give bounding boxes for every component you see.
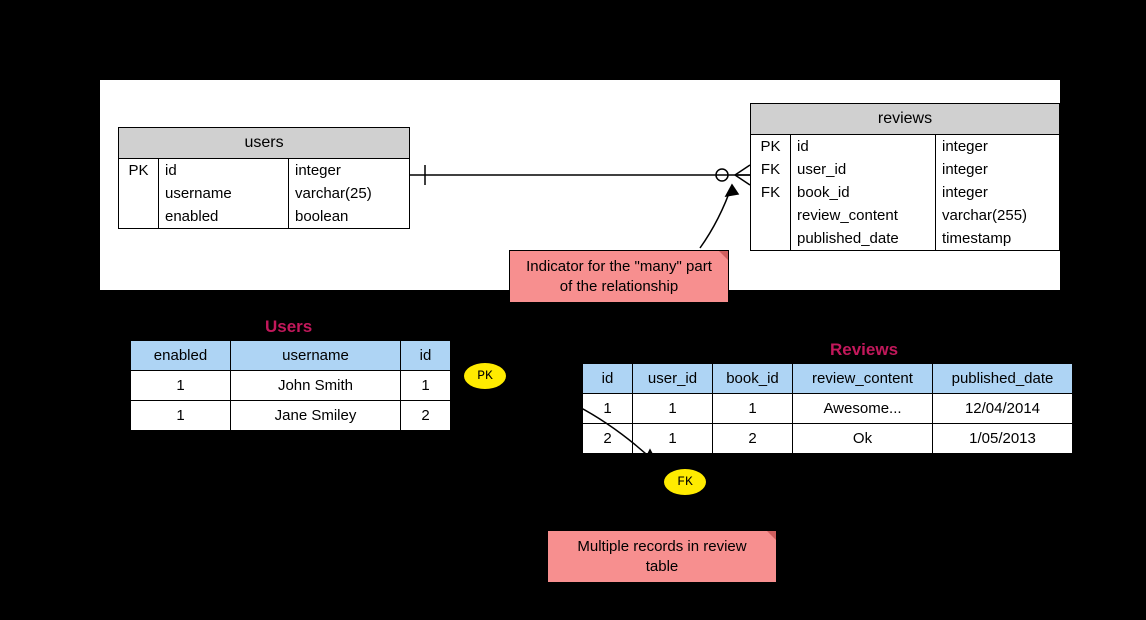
table-cell: 1 [131,371,231,401]
entity-column-key: PK [751,135,791,158]
table-header-cell: enabled [131,341,231,371]
entity-column-name: user_id [791,158,936,181]
table-cell: 2 [583,424,633,454]
entity-column-type: integer [936,158,1059,181]
table-row: 1Jane Smiley2 [131,401,451,431]
entity-users: users PKidintegerusernamevarchar(25)enab… [118,127,410,229]
entity-column-name: book_id [791,181,936,204]
table-cell: 1 [401,371,451,401]
table-cell: 12/04/2014 [933,394,1073,424]
entity-column-name: id [159,159,289,182]
table-cell: 2 [713,424,793,454]
table-reviews-title: Reviews [830,340,898,360]
table-reviews: iduser_idbook_idreview_contentpublished_… [582,363,1073,454]
entity-column: enabledboolean [119,205,409,228]
entity-column-key: FK [751,158,791,181]
entity-column-type: varchar(255) [936,204,1059,227]
table-cell: 1/05/2013 [933,424,1073,454]
entity-column-key [751,227,791,250]
table-header-cell: review_content [793,364,933,394]
table-header-cell: user_id [633,364,713,394]
table-users: enabledusernameid1John Smith11Jane Smile… [130,340,451,431]
entity-column: FKbook_idinteger [751,181,1059,204]
entity-column-key: FK [751,181,791,204]
table-cell: 2 [401,401,451,431]
entity-column-name: username [159,182,289,205]
entity-column-key [119,205,159,228]
table-cell: 1 [633,394,713,424]
entity-column-key [751,204,791,227]
entity-column-type: varchar(25) [289,182,409,205]
entity-reviews: reviews PKidintegerFKuser_idintegerFKboo… [750,103,1060,251]
entity-column-type: timestamp [936,227,1059,250]
entity-column-key [119,182,159,205]
entity-column: published_datetimestamp [751,227,1059,250]
entity-column: usernamevarchar(25) [119,182,409,205]
entity-column-type: integer [936,135,1059,158]
table-cell: 1 [131,401,231,431]
table-row: 212Ok1/05/2013 [583,424,1073,454]
table-header-cell: published_date [933,364,1073,394]
table-header-cell: id [401,341,451,371]
badge-fk: FK [663,468,707,496]
entity-column-type: integer [289,159,409,182]
table-cell: 1 [713,394,793,424]
table-header-cell: username [231,341,401,371]
table-row: 1John Smith1 [131,371,451,401]
table-header-cell: id [583,364,633,394]
table-cell: 1 [583,394,633,424]
entity-users-rows: PKidintegerusernamevarchar(25)enabledboo… [119,159,409,228]
table-cell: Awesome... [793,394,933,424]
entity-reviews-title: reviews [751,104,1059,135]
entity-column-name: review_content [791,204,936,227]
table-header-cell: book_id [713,364,793,394]
table-cell: Jane Smiley [231,401,401,431]
callout-many-indicator: Indicator for the "many" part of the rel… [509,250,729,303]
entity-column-name: published_date [791,227,936,250]
entity-column-name: id [791,135,936,158]
entity-column-key: PK [119,159,159,182]
table-cell: 1 [633,424,713,454]
callout-multiple-records: Multiple records in review table [547,530,777,583]
entity-column: PKidinteger [751,135,1059,158]
entity-column: review_contentvarchar(255) [751,204,1059,227]
table-users-title: Users [265,317,312,337]
table-cell: John Smith [231,371,401,401]
entity-column-type: boolean [289,205,409,228]
entity-column: FKuser_idinteger [751,158,1059,181]
table-cell: Ok [793,424,933,454]
table-row: 111Awesome...12/04/2014 [583,394,1073,424]
entity-column-type: integer [936,181,1059,204]
badge-pk: PK [463,362,507,390]
entity-column: PKidinteger [119,159,409,182]
entity-users-title: users [119,128,409,159]
entity-reviews-rows: PKidintegerFKuser_idintegerFKbook_idinte… [751,135,1059,250]
entity-column-name: enabled [159,205,289,228]
